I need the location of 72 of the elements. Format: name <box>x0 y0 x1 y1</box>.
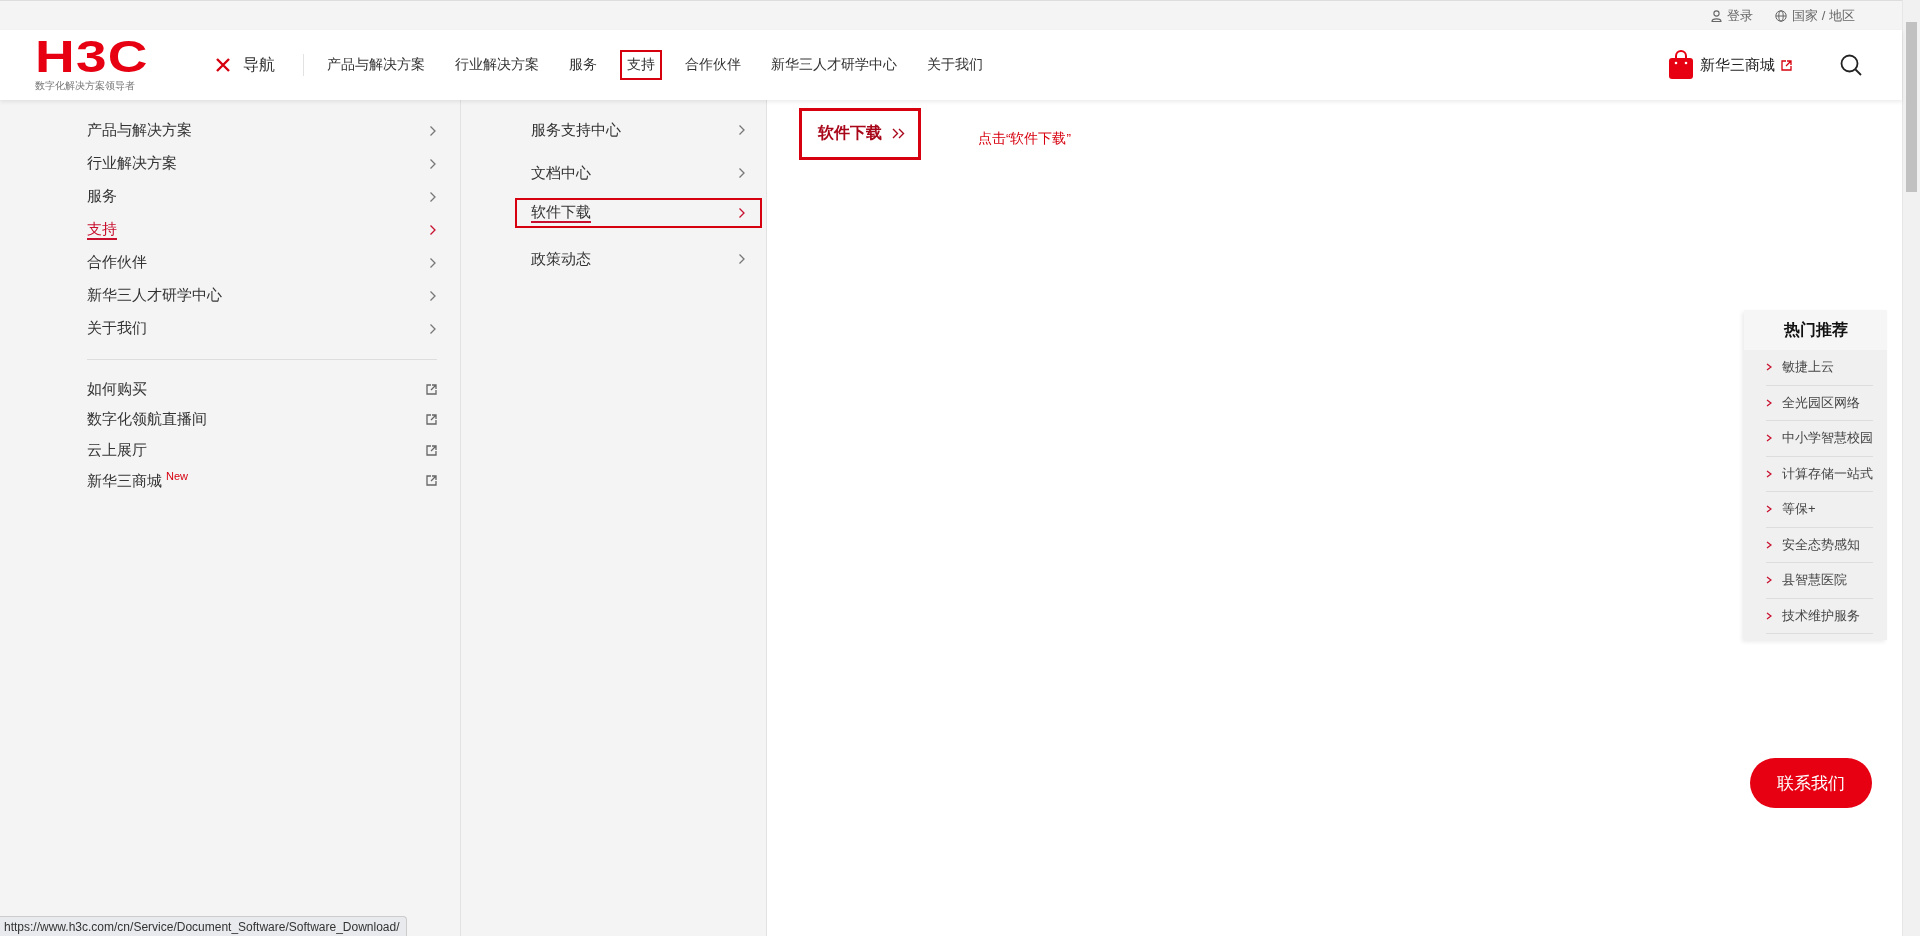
external-link-icon <box>426 475 437 487</box>
chevron-right-icon <box>1766 469 1772 478</box>
logo-tagline: 数字化解决方案领导者 <box>35 79 135 93</box>
external-link-icon <box>426 414 437 426</box>
status-url: https://www.h3c.com/cn/Service/Document_Software/Software_Download/ <box>0 916 407 936</box>
recommendation-link[interactable]: 敏捷上云 <box>1766 350 1873 386</box>
nav-item[interactable]: 关于我们 <box>920 50 990 80</box>
nav-item[interactable]: 合作伙伴 <box>678 50 748 80</box>
chevron-right-icon <box>1766 576 1772 585</box>
chevron-right-icon <box>1766 540 1772 549</box>
external-link-icon <box>426 444 437 456</box>
menu-item[interactable]: 服务 <box>87 180 437 213</box>
chevron-right-icon <box>1766 505 1772 514</box>
recommendation-link[interactable]: 等保+ <box>1766 492 1873 528</box>
globe-icon <box>1775 9 1788 22</box>
contact-button[interactable]: 联系我们 <box>1750 758 1872 808</box>
double-chevron-icon <box>892 128 905 139</box>
nav-item[interactable]: 产品与解决方案 <box>320 50 432 80</box>
chevron-right-icon <box>429 157 437 170</box>
menu-item[interactable]: 行业解决方案 <box>87 147 437 180</box>
chevron-right-icon <box>1766 398 1772 407</box>
menu-link[interactable]: 新华三商城 $^{New}$ <box>87 465 437 496</box>
panel-title: 热门推荐 <box>1744 310 1887 350</box>
chevron-right-icon <box>738 167 746 179</box>
menu-link[interactable]: 云上展厅 <box>87 435 437 466</box>
recommendation-link[interactable]: 计算存储一站式 <box>1766 456 1873 492</box>
recommendation-link[interactable]: 技术维护服务 <box>1766 598 1873 634</box>
login-link[interactable]: 登录 <box>1711 6 1754 25</box>
chevron-right-icon <box>738 124 746 136</box>
nav-item[interactable]: 行业解决方案 <box>448 50 546 80</box>
user-icon <box>1711 9 1723 22</box>
chevron-right-icon <box>1766 434 1772 443</box>
nav-item[interactable]: 新华三人才研学中心 <box>764 50 904 80</box>
chevron-right-icon <box>738 253 746 265</box>
recommendation-link[interactable]: 安全态势感知 <box>1766 527 1873 563</box>
menu-link[interactable]: 数字化领航直播间 <box>87 404 437 435</box>
menu-link[interactable]: 如何购买 <box>87 374 437 405</box>
chevron-right-icon <box>1766 611 1772 620</box>
nav-toggle[interactable]: 导航 <box>215 54 304 76</box>
menu-item[interactable]: 合作伙伴 <box>87 246 437 279</box>
chevron-right-icon <box>1766 363 1772 372</box>
menu-item[interactable]: 支持 <box>87 213 437 246</box>
menu-item[interactable]: 新华三人才研学中心 <box>87 279 437 312</box>
recommendation-link[interactable]: 全光园区网络 <box>1766 385 1873 421</box>
scrollbar-thumb[interactable] <box>1906 22 1917 192</box>
recommendation-link[interactable]: 中小学智慧校园 <box>1766 421 1873 457</box>
external-link-icon <box>426 383 437 395</box>
shopping-bag-icon <box>1668 50 1694 80</box>
menu-item[interactable]: 产品与解决方案 <box>87 114 437 147</box>
recommendation-link[interactable]: 县智慧医院 <box>1766 563 1873 599</box>
close-icon <box>215 57 231 73</box>
menu-item[interactable]: 关于我们 <box>87 312 437 345</box>
nav-item[interactable]: 服务 <box>562 50 604 80</box>
software-download-link[interactable]: 软件下载 <box>799 108 921 160</box>
chevron-right-icon <box>429 124 437 137</box>
submenu-item[interactable]: 软件下载 <box>515 198 762 228</box>
submenu-item[interactable]: 服务支持中心 <box>515 112 762 148</box>
chevron-right-icon <box>429 223 437 236</box>
region-link[interactable]: 国家 / 地区 <box>1775 6 1855 25</box>
nav-item[interactable]: 支持 <box>620 50 662 80</box>
submenu-item[interactable]: 文档中心 <box>515 155 762 191</box>
logo-text[interactable]: H3C <box>35 37 149 77</box>
search-icon[interactable] <box>1840 54 1862 76</box>
chevron-right-icon <box>429 322 437 335</box>
chevron-right-icon <box>429 190 437 203</box>
annotation-text: 点击“软件下载” <box>978 130 1071 148</box>
submenu-item[interactable]: 政策动态 <box>515 241 762 277</box>
chevron-right-icon <box>738 207 746 219</box>
external-link-icon <box>1781 59 1792 71</box>
chevron-right-icon <box>429 289 437 302</box>
store-link[interactable]: 新华三商城 <box>1668 50 1792 80</box>
chevron-right-icon <box>429 256 437 269</box>
